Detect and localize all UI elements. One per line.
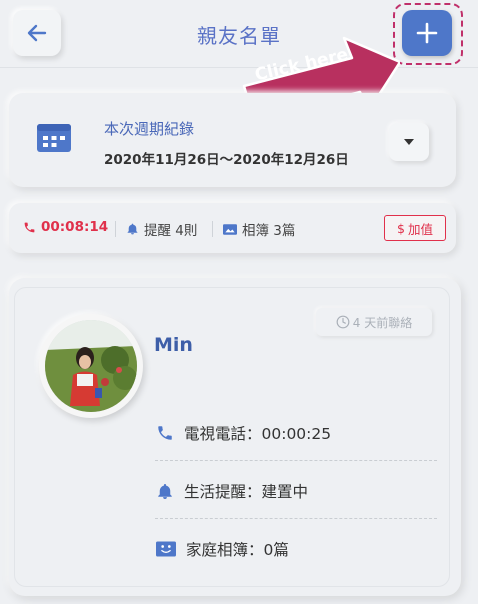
clock-icon	[336, 315, 350, 329]
last-contact-badge: 4 天前聯絡	[316, 308, 432, 336]
album-icon	[223, 223, 237, 235]
bell-icon	[158, 483, 172, 499]
video-call-row: 電視電話：00:00:25	[156, 422, 331, 444]
phone-icon	[24, 222, 35, 232]
reminder-stat: 提醒 4則	[126, 219, 197, 239]
add-contact-button[interactable]	[402, 10, 452, 56]
avatar-frame[interactable]	[39, 314, 143, 418]
dollar-icon: $	[397, 220, 405, 236]
topup-button[interactable]: $ 加值	[384, 215, 446, 241]
album-count: 相簿 3篇	[242, 223, 296, 239]
life-reminder-row: 生活提醒：建置中	[156, 480, 308, 502]
row-divider	[155, 518, 437, 519]
family-album-text: 家庭相簿：0篇	[186, 541, 289, 559]
call-time-value: 00:08:14	[41, 219, 109, 235]
call-time-stat: 00:08:14	[23, 219, 108, 235]
caret-down-icon	[404, 139, 414, 145]
phone-icon	[158, 426, 172, 440]
last-contact-text: 4 天前聯絡	[352, 315, 413, 330]
period-range: 2020年11月26日～2020年12月26日	[104, 152, 349, 168]
stat-divider	[212, 221, 213, 237]
app-header: 親友名單	[0, 0, 478, 68]
usage-stats-bar: 00:08:14 提醒 4則 相簿 3篇 $ 加值	[9, 203, 456, 253]
stat-divider	[115, 221, 116, 237]
avatar	[45, 320, 137, 412]
period-label: 本次週期紀錄	[104, 120, 195, 138]
period-dropdown-button[interactable]	[389, 123, 429, 161]
contact-name: Min	[154, 334, 193, 356]
calendar-icon	[37, 124, 71, 152]
period-card: 本次週期紀錄 2020年11月26日～2020年12月26日	[9, 93, 456, 187]
bell-icon	[127, 223, 138, 235]
family-album-row: 家庭相簿：0篇	[156, 538, 289, 560]
topup-label: 加值	[407, 221, 433, 237]
video-call-text: 電視電話：00:00:25	[184, 425, 332, 443]
album-icon	[156, 541, 176, 557]
plus-icon	[416, 22, 438, 44]
reminder-count: 提醒 4則	[144, 223, 198, 239]
row-divider	[155, 460, 437, 461]
life-reminder-text: 生活提醒：建置中	[184, 483, 309, 501]
album-stat: 相簿 3篇	[223, 219, 295, 239]
